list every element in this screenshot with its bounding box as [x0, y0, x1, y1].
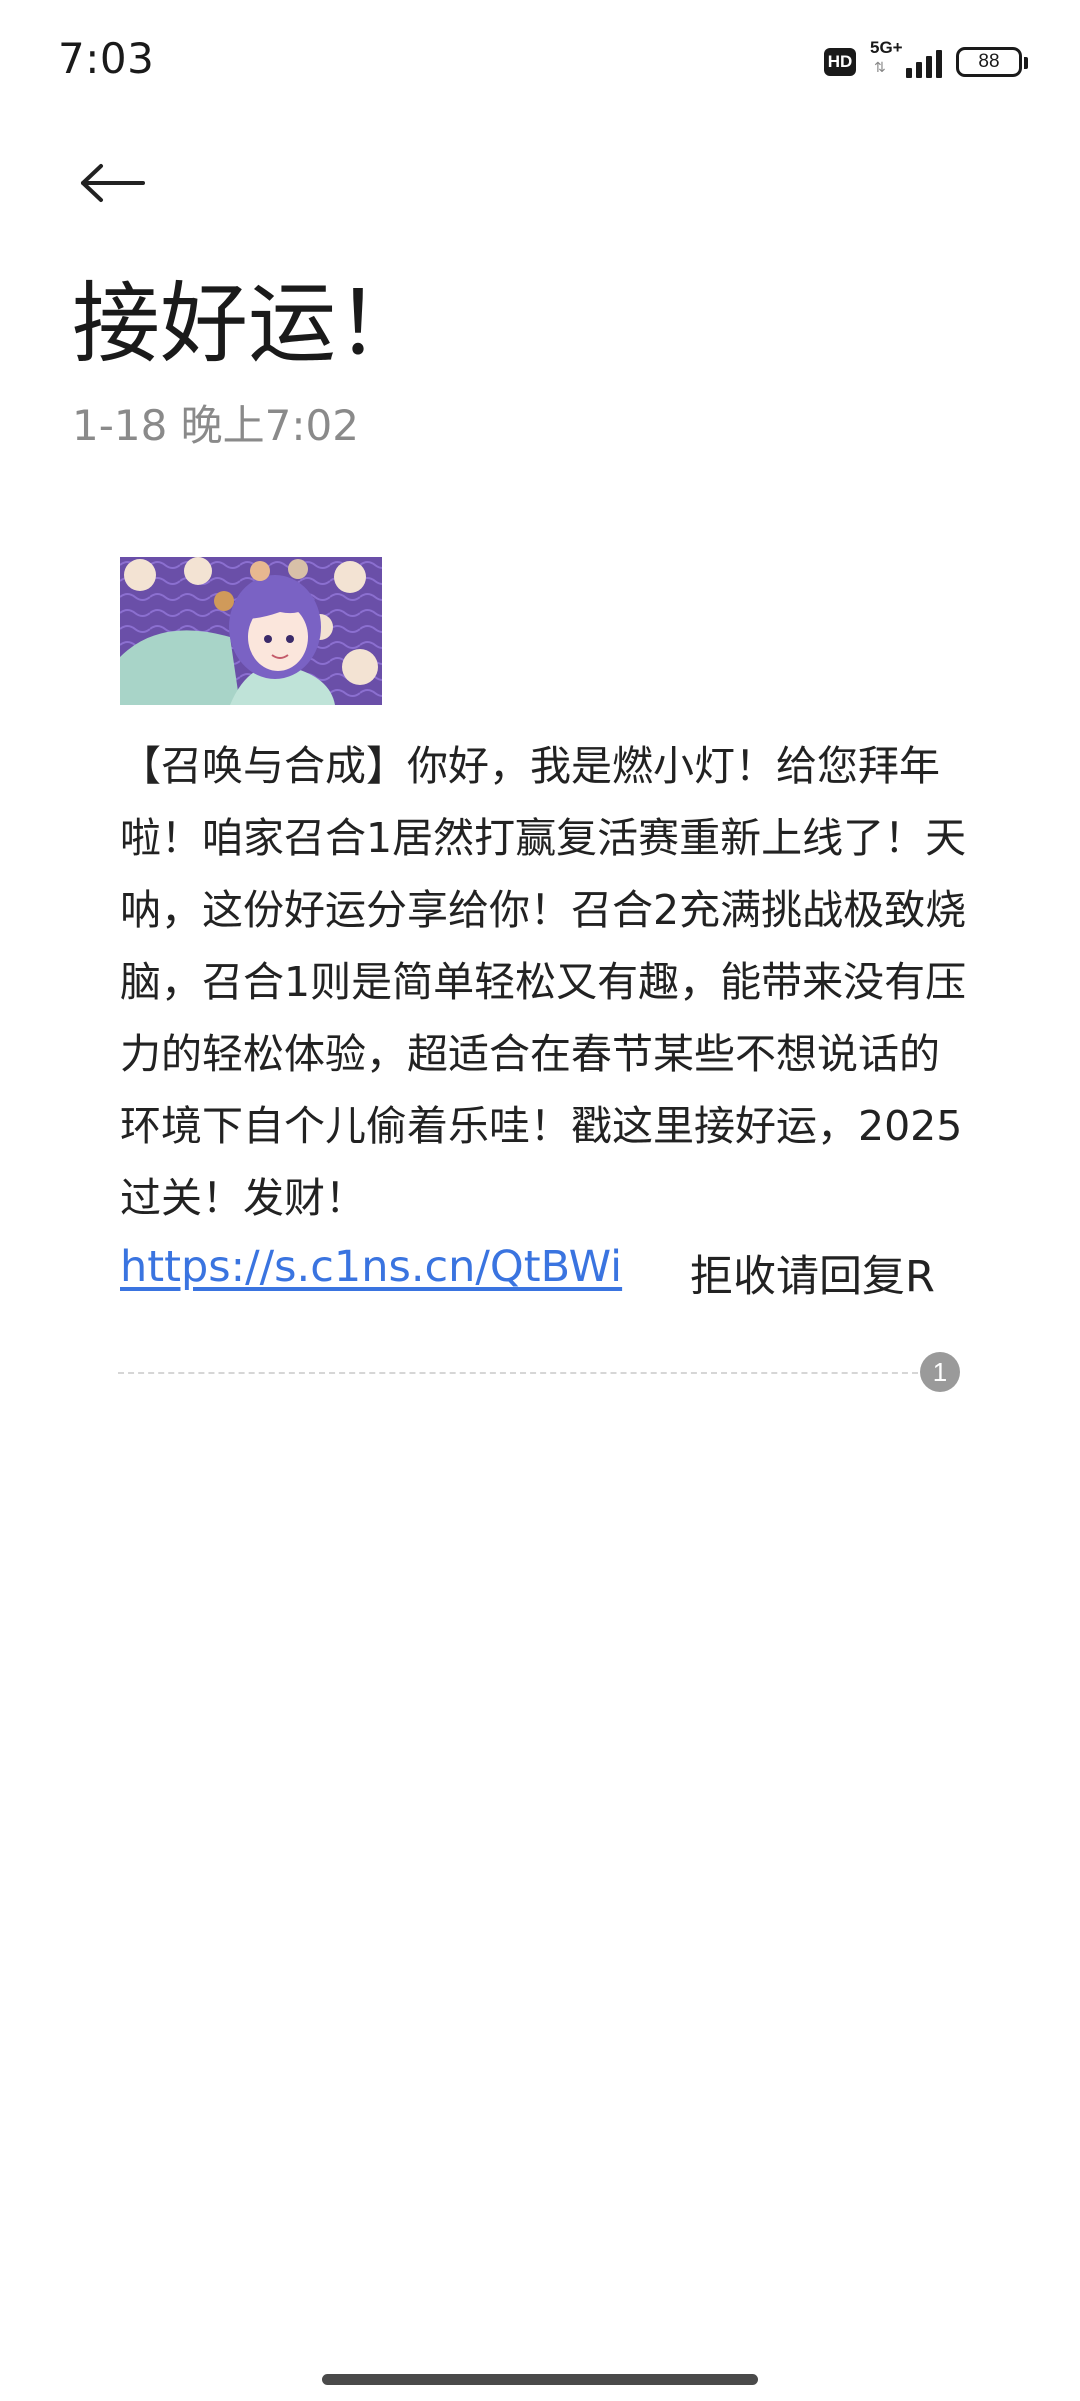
- status-bar: 7:03 HD 5G+ ⇅ 88: [0, 0, 1080, 120]
- message-footer: https://s.c1ns.cn/QtBWi 拒收请回复R: [120, 1242, 970, 1302]
- message-body: 【召唤与合成】你好，我是燃小灯！给您拜年啦！咱家召合1居然打赢复活赛重新上线了！…: [120, 742, 967, 1222]
- message-image[interactable]: [120, 557, 382, 705]
- unsubscribe-text: 拒收请回复R: [690, 1252, 935, 1302]
- status-time: 7:03: [58, 34, 155, 83]
- message-timestamp: 1-18 晚上7:02: [72, 401, 359, 450]
- back-button[interactable]: [72, 148, 152, 218]
- home-indicator[interactable]: [322, 2374, 758, 2385]
- network-type: 5G+: [870, 38, 903, 57]
- signal-icon: 5G+ ⇅: [870, 38, 942, 82]
- status-icons: HD 5G+ ⇅ 88: [824, 38, 1028, 84]
- data-arrows-icon: ⇅: [874, 60, 886, 76]
- hd-icon: HD: [824, 48, 856, 76]
- divider: [118, 1372, 918, 1374]
- message-title: 接好运！: [72, 272, 425, 375]
- banner-illustration: [120, 557, 382, 705]
- message-link[interactable]: https://s.c1ns.cn/QtBWi: [120, 1242, 622, 1292]
- signal-bars-icon: [906, 50, 942, 78]
- sim-badge: 1: [920, 1352, 960, 1392]
- battery-icon: 88: [956, 47, 1028, 77]
- arrow-left-icon: [81, 164, 145, 202]
- battery-level: 88: [978, 51, 1000, 72]
